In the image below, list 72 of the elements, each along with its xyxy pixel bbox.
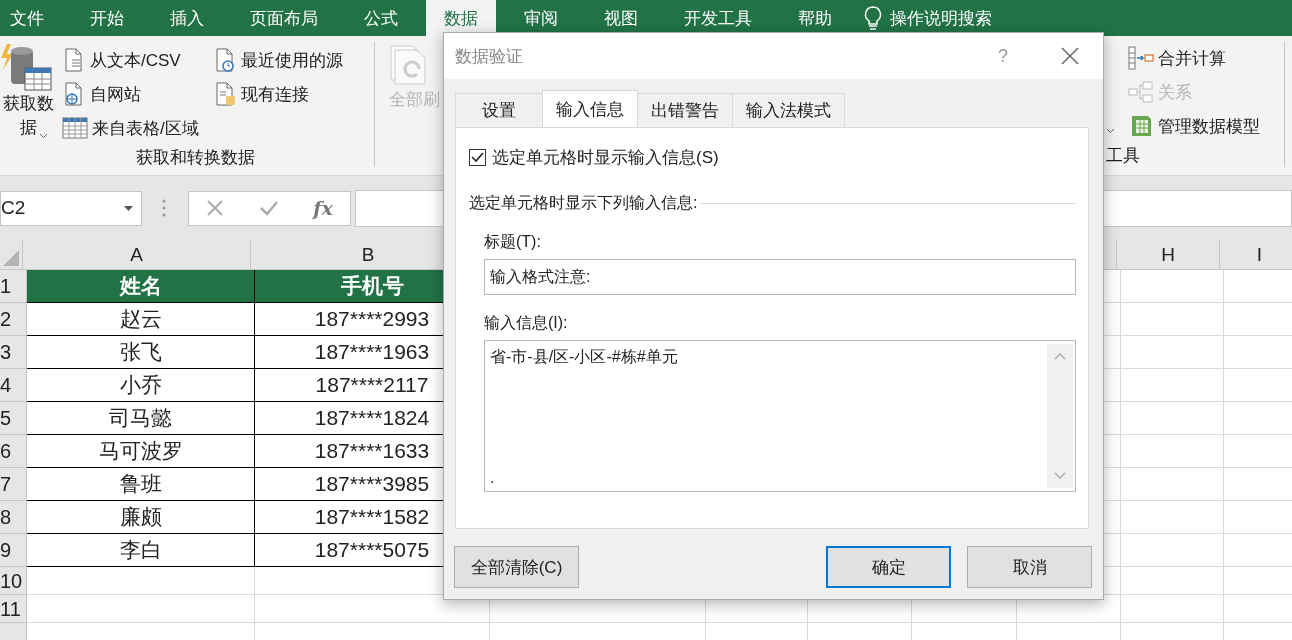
ribbon-tab[interactable]: 公式	[346, 0, 416, 36]
consolidate-icon	[1128, 46, 1154, 70]
field-label: 标题(T):	[484, 233, 541, 250]
ribbon-tab[interactable]: 文件	[0, 0, 62, 36]
message-field[interactable]: 省-市-县/区-小区-#栋#单元 .	[484, 340, 1076, 492]
checkmark-icon[interactable]	[258, 200, 279, 216]
lightbulb-icon	[864, 6, 882, 30]
group-label: 工具	[1106, 145, 1140, 167]
row-header[interactable]: 8	[0, 501, 27, 534]
table-cell: 司马懿	[27, 402, 255, 435]
row-header[interactable]: 5	[0, 402, 27, 435]
dialog-button[interactable]: 全部清除(C)	[454, 546, 579, 588]
refresh-icon	[389, 44, 429, 88]
table-cell: 李白	[27, 534, 255, 567]
dialog-title: 数据验证	[455, 45, 524, 68]
column-header[interactable]: H	[1117, 240, 1220, 269]
ribbon-button[interactable]: 来自表格/区域	[92, 116, 199, 140]
ribbon-tab[interactable]: 视图	[586, 0, 656, 36]
section-label: 选定单元格时显示下列输入信息:	[469, 193, 698, 213]
relationships-icon	[1128, 80, 1154, 104]
ribbon-tab[interactable]: 开发工具	[666, 0, 770, 36]
dialog-tab[interactable]: 输入法模式	[732, 93, 845, 127]
column-header[interactable]: A	[23, 240, 251, 269]
row-header[interactable]: 10	[0, 567, 27, 595]
table-icon	[62, 116, 88, 140]
checkbox-label[interactable]: 选定单元格时显示输入信息(S)	[492, 146, 719, 169]
table-cell: 小乔	[27, 369, 255, 402]
ribbon-tab[interactable]: 审阅	[506, 0, 576, 36]
ribbon-button[interactable]: 现有连接	[240, 82, 309, 106]
table-cell: 赵云	[27, 303, 255, 336]
name-box[interactable]: C2	[0, 190, 142, 226]
ribbon-button[interactable]: 最近使用的源	[240, 48, 343, 72]
caret-icon	[1106, 128, 1115, 134]
group-label: 获取和转换数据	[134, 147, 256, 169]
row-header[interactable]: 2	[0, 303, 27, 336]
row-header[interactable]: 1	[0, 270, 27, 303]
ribbon-tab[interactable]: 帮助	[780, 0, 850, 36]
row-header[interactable]: 6	[0, 435, 27, 468]
row-header[interactable]: 9	[0, 534, 27, 567]
ribbon-button[interactable]: 从文本/CSV	[90, 48, 181, 72]
dialog-button[interactable]: 确定	[826, 546, 951, 588]
column-header[interactable]: I	[1220, 240, 1292, 269]
tell-me-search[interactable]: 操作说明搜索	[890, 6, 992, 30]
table-cell: 马可波罗	[27, 435, 255, 468]
ribbon-tab[interactable]: 插入	[152, 0, 222, 36]
row-header[interactable]: 4	[0, 369, 27, 402]
scroll-down-icon[interactable]	[1054, 472, 1066, 480]
table-cell: 张飞	[27, 336, 255, 369]
grip-icon	[162, 199, 166, 217]
get-data-button[interactable]: 获取数据	[1, 92, 55, 140]
ribbon-tab[interactable]: 数据	[426, 0, 496, 36]
ribbon-tab[interactable]: 页面布局	[232, 0, 336, 36]
dialog-tab[interactable]: 设置	[455, 93, 543, 127]
dialog-button[interactable]: 取消	[967, 546, 1092, 588]
ribbon-tab[interactable]: 开始	[72, 0, 142, 36]
cancel-icon[interactable]	[206, 199, 225, 217]
ribbon-button[interactable]: 合并计算	[1158, 46, 1226, 70]
ribbon-button[interactable]: 自网站	[90, 82, 141, 106]
scroll-up-icon[interactable]	[1054, 352, 1066, 360]
row-header[interactable]: 3	[0, 336, 27, 369]
ribbon-button[interactable]: 管理数据模型	[1158, 114, 1260, 138]
row-header[interactable]: 11	[0, 595, 27, 623]
checkbox[interactable]	[469, 149, 486, 166]
column-title: 姓名	[27, 270, 255, 303]
title-field[interactable]: 输入格式注意:	[484, 259, 1076, 295]
row-header[interactable]: 7	[0, 468, 27, 501]
dialog-tab[interactable]: 输入信息	[542, 90, 638, 127]
table-cell: 鲁班	[27, 468, 255, 501]
caret-icon	[38, 133, 48, 139]
select-all-icon[interactable]	[3, 250, 19, 266]
insert-function-button[interactable]: fx	[313, 197, 333, 219]
table-cell: 廉颇	[27, 501, 255, 534]
